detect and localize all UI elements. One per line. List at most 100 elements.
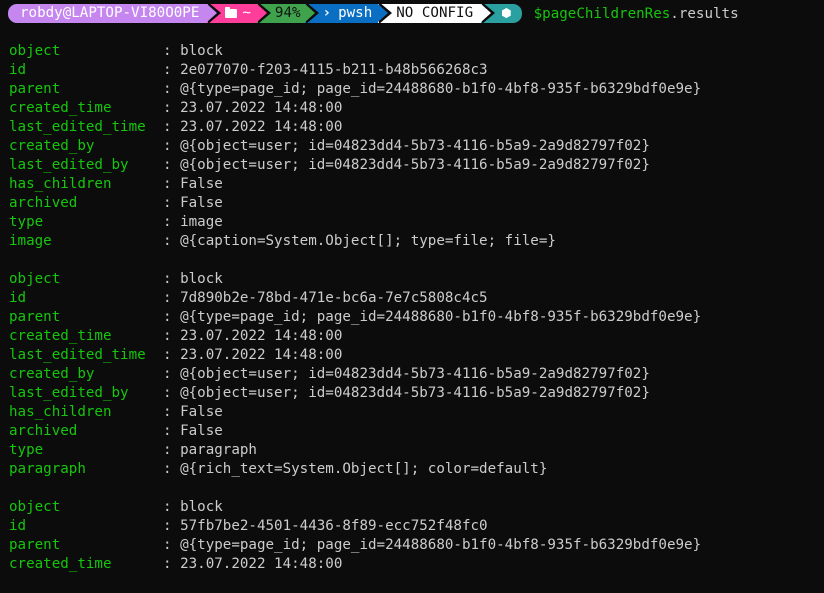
output-record: object: block id: 2e077070-f203-4115-b211… bbox=[9, 42, 701, 251]
command-variable: $pageChildrenRes bbox=[533, 5, 671, 22]
property-row: id: 7d890b2e-78bd-471e-bc6a-7e7c5808c4c5 bbox=[9, 289, 701, 308]
property-key: created_time bbox=[9, 100, 112, 116]
property-key: id bbox=[9, 290, 27, 306]
command-line[interactable]: $pageChildrenRes.results bbox=[534, 6, 739, 22]
property-value: 23.07.2022 14:48:00 bbox=[180, 100, 343, 116]
property-value: False bbox=[180, 195, 223, 211]
property-value: @{object=user; id=04823dd4-5b73-4116-b5a… bbox=[180, 157, 650, 173]
property-key: last_edited_time bbox=[9, 119, 146, 135]
property-row: object: block bbox=[9, 498, 701, 517]
property-key: created_by bbox=[9, 366, 95, 382]
output-record: object: block id: 7d890b2e-78bd-471e-bc6a… bbox=[9, 270, 701, 479]
property-separator: : bbox=[163, 81, 172, 97]
property-row: archived: False bbox=[9, 422, 701, 441]
battery-label: 94% bbox=[274, 5, 301, 21]
property-row: created_time: 23.07.2022 14:48:00 bbox=[9, 99, 701, 118]
property-separator: : bbox=[163, 556, 172, 572]
property-key: has_children bbox=[9, 176, 112, 192]
property-row: has_children: False bbox=[9, 175, 701, 194]
property-value: @{caption=System.Object[]; type=file; fi… bbox=[180, 233, 556, 249]
property-separator: : bbox=[163, 366, 172, 382]
property-key: object bbox=[9, 43, 61, 59]
property-separator: : bbox=[163, 499, 172, 515]
property-value: 57fb7be2-4501-4436-8f89-ecc752f48fc0 bbox=[180, 518, 488, 534]
property-separator: : bbox=[163, 347, 172, 363]
property-key: paragraph bbox=[9, 461, 86, 477]
property-row: archived: False bbox=[9, 194, 701, 213]
config-label: NO CONFIG bbox=[396, 5, 474, 21]
path-label: ~ bbox=[242, 5, 251, 21]
property-key: object bbox=[9, 271, 61, 287]
property-row: last_edited_by: @{object=user; id=04823d… bbox=[9, 156, 701, 175]
property-key: created_time bbox=[9, 556, 112, 572]
user-host-label: robdy@LAPTOP-VI80O0PE bbox=[20, 5, 200, 21]
shell-label: pwsh bbox=[338, 5, 373, 21]
property-value: 7d890b2e-78bd-471e-bc6a-7e7c5808c4c5 bbox=[180, 290, 488, 306]
property-value: False bbox=[180, 423, 223, 439]
property-separator: : bbox=[163, 43, 172, 59]
property-row: object: block bbox=[9, 270, 701, 289]
property-row: object: block bbox=[9, 42, 701, 61]
property-key: last_edited_time bbox=[9, 347, 146, 363]
property-key: id bbox=[9, 62, 27, 78]
property-key: archived bbox=[9, 195, 78, 211]
property-value: paragraph bbox=[180, 442, 257, 458]
property-row: last_edited_time: 23.07.2022 14:48:00 bbox=[9, 118, 701, 137]
property-row: created_by: @{object=user; id=04823dd4-5… bbox=[9, 365, 701, 384]
property-row: type: paragraph bbox=[9, 441, 701, 460]
property-separator: : bbox=[163, 119, 172, 135]
property-value: @{type=page_id; page_id=24488680-b1f0-4b… bbox=[180, 309, 702, 325]
property-row: has_children: False bbox=[9, 403, 701, 422]
command-member: .results bbox=[670, 5, 739, 22]
property-separator: : bbox=[163, 328, 172, 344]
property-value: block bbox=[180, 271, 223, 287]
property-separator: : bbox=[163, 195, 172, 211]
property-value: @{object=user; id=04823dd4-5b73-4116-b5a… bbox=[180, 138, 650, 154]
property-key: type bbox=[9, 214, 44, 230]
property-row: parent: @{type=page_id; page_id=24488680… bbox=[9, 80, 701, 99]
property-separator: : bbox=[163, 309, 172, 325]
property-separator: : bbox=[163, 271, 172, 287]
property-value: @{object=user; id=04823dd4-5b73-4116-b5a… bbox=[180, 366, 650, 382]
property-key: last_edited_by bbox=[9, 157, 129, 173]
property-row: paragraph: @{rich_text=System.Object[]; … bbox=[9, 460, 701, 479]
property-key: archived bbox=[9, 423, 78, 439]
property-value: @{type=page_id; page_id=24488680-b1f0-4b… bbox=[180, 81, 702, 97]
folder-icon bbox=[225, 7, 238, 18]
property-row: type: image bbox=[9, 213, 701, 232]
property-row: id: 57fb7be2-4501-4436-8f89-ecc752f48fc0 bbox=[9, 517, 701, 536]
property-value: image bbox=[180, 214, 223, 230]
property-key: parent bbox=[9, 81, 61, 97]
property-value: @{rich_text=System.Object[]; color=defau… bbox=[180, 461, 548, 477]
property-separator: : bbox=[163, 290, 172, 306]
property-row: created_time: 23.07.2022 14:48:00 bbox=[9, 327, 701, 346]
property-separator: : bbox=[163, 214, 172, 230]
property-key: type bbox=[9, 442, 44, 458]
terminal-prompt-icon: › bbox=[322, 5, 332, 21]
command-output: object: block id: 2e077070-f203-4115-b211… bbox=[9, 42, 701, 593]
property-key: last_edited_by bbox=[9, 385, 129, 401]
property-row: id: 2e077070-f203-4115-b211-b48b566268c3 bbox=[9, 61, 701, 80]
property-separator: : bbox=[163, 461, 172, 477]
property-separator: : bbox=[163, 138, 172, 154]
nodejs-icon: ⬢ bbox=[501, 6, 512, 20]
property-value: 23.07.2022 14:48:00 bbox=[180, 347, 343, 363]
property-value: 23.07.2022 14:48:00 bbox=[180, 119, 343, 135]
prompt-user-host-segment: robdy@LAPTOP-VI80O0PE bbox=[8, 2, 222, 24]
property-value: 23.07.2022 14:48:00 bbox=[180, 328, 343, 344]
output-record: object: block id: 57fb7be2-4501-4436-8f89… bbox=[9, 498, 701, 574]
property-key: id bbox=[9, 518, 27, 534]
property-key: has_children bbox=[9, 404, 112, 420]
property-separator: : bbox=[163, 157, 172, 173]
property-key: image bbox=[9, 233, 52, 249]
property-key: created_time bbox=[9, 328, 112, 344]
property-row: image: @{caption=System.Object[]; type=f… bbox=[9, 232, 701, 251]
property-key: parent bbox=[9, 537, 61, 553]
property-row: parent: @{type=page_id; page_id=24488680… bbox=[9, 308, 701, 327]
property-separator: : bbox=[163, 233, 172, 249]
property-value: block bbox=[180, 43, 223, 59]
property-separator: : bbox=[163, 176, 172, 192]
property-key: object bbox=[9, 499, 61, 515]
property-row: created_by: @{object=user; id=04823dd4-5… bbox=[9, 137, 701, 156]
property-row: last_edited_time: 23.07.2022 14:48:00 bbox=[9, 346, 701, 365]
